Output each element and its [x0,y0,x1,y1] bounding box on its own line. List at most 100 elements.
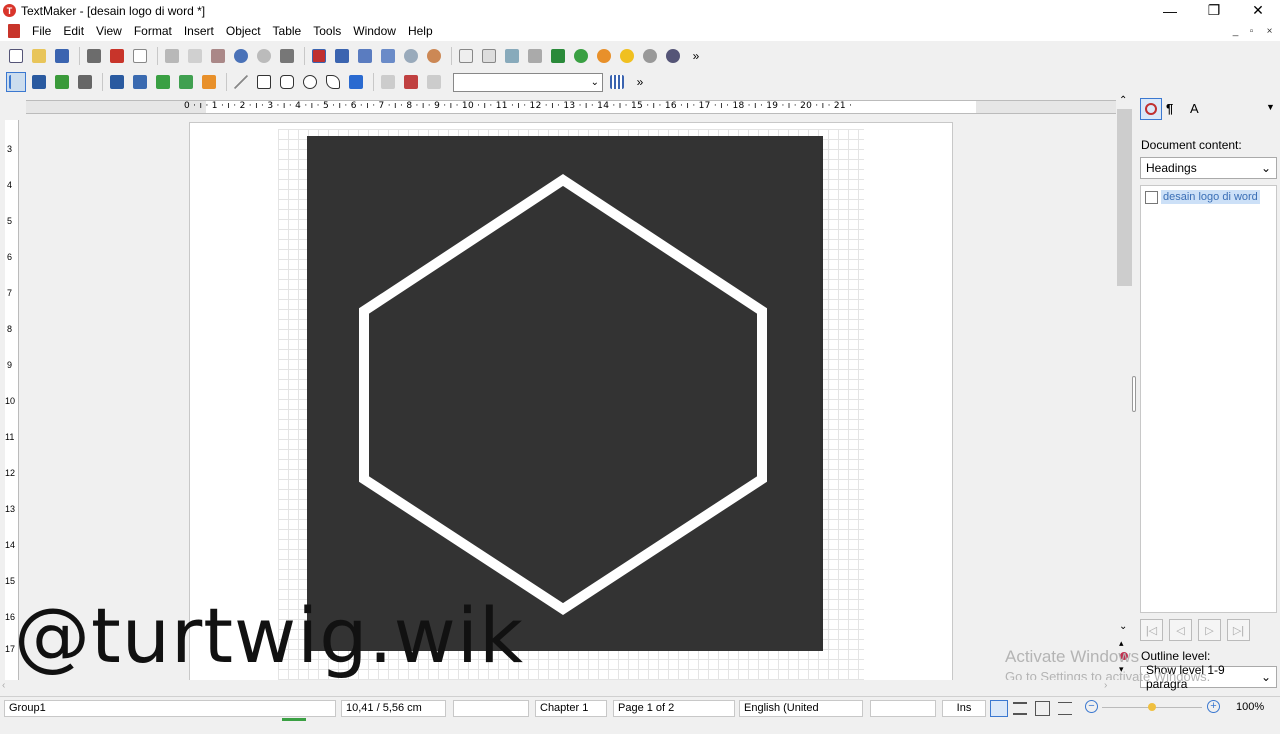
scrollbar-thumb[interactable] [1117,109,1132,286]
undo-icon[interactable] [231,46,251,66]
export-pdf-icon[interactable] [107,46,127,66]
web-icon[interactable] [663,46,683,66]
print-preview-icon[interactable] [130,46,150,66]
last-heading-button[interactable]: ▷| [1227,619,1250,641]
rounded-rectangle-tool-icon[interactable] [277,72,297,92]
page-view-icon[interactable] [332,46,352,66]
open-folder-icon[interactable] [29,46,49,66]
line-tool-icon[interactable] [231,72,251,92]
picture-frame-icon[interactable] [479,46,499,66]
styles-icon[interactable]: ¶ [1166,101,1182,117]
outline-view-icon[interactable] [355,46,375,66]
content-type-dropdown[interactable]: Headings ⌄ [1140,157,1277,179]
doc-close-button[interactable]: × [1262,24,1277,38]
print-icon[interactable] [84,46,104,66]
scroll-right-icon[interactable]: › [1104,680,1107,691]
style-dropdown[interactable]: ⌄ [453,72,603,92]
paste-icon[interactable] [208,46,228,66]
document-icon[interactable] [8,24,20,38]
zoom-icon[interactable] [401,46,421,66]
zoom-out-icon[interactable]: − [1085,700,1098,713]
menu-edit[interactable]: Edit [57,24,90,38]
chart-insert-icon[interactable] [75,72,95,92]
normal-view-icon[interactable] [309,46,329,66]
toolbar-more-button[interactable]: » [686,46,706,66]
planmaker-object-icon[interactable] [153,72,173,92]
menu-view[interactable]: View [90,24,128,38]
arrange-icon[interactable] [378,72,398,92]
textmaker-app-icon[interactable]: T [3,4,16,17]
menu-help[interactable]: Help [402,24,439,38]
next-heading-button[interactable]: ▷ [1198,619,1221,641]
first-heading-button[interactable]: |◁ [1140,619,1163,641]
status-language[interactable]: English (United [739,700,863,717]
outline-checkbox[interactable] [1145,190,1158,204]
formula-icon[interactable] [130,72,150,92]
normal-view-mode-icon[interactable] [1013,702,1027,715]
text-frame-insert-icon[interactable] [29,72,49,92]
ole-object-icon[interactable] [107,72,127,92]
navigator-icon[interactable] [1140,98,1162,120]
scroll-left-icon[interactable]: ‹ [2,680,5,691]
sound-object-icon[interactable] [199,72,219,92]
rectangle-tool-icon[interactable] [254,72,274,92]
text-frame-icon[interactable] [456,46,476,66]
toolbar-more-button-2[interactable]: » [630,72,650,92]
menu-window[interactable]: Window [347,24,402,38]
horizontal-ruler[interactable]: 0 · ı · 1 · ı · 2 · ı · 3 · ı · 4 · ı · … [26,100,1116,114]
cut-icon[interactable] [162,46,182,66]
basicmaker-icon[interactable] [617,46,637,66]
vertical-scrollbar[interactable]: ⌃ ⌄ ▴ ▾ [1116,95,1133,680]
scroll-up-icon[interactable]: ⌃ [1119,95,1127,106]
horizontal-scrollbar[interactable]: ‹ › [0,680,1133,694]
zoom-level[interactable]: 100% [1236,701,1264,713]
page-view-mode-icon[interactable] [990,700,1008,717]
presentations-object-icon[interactable] [176,72,196,92]
select-arrow-icon[interactable] [6,72,26,92]
menu-object[interactable]: Object [220,24,267,38]
doc-minimize-button[interactable]: _ [1228,24,1243,38]
settings-circle-icon[interactable] [640,46,660,66]
find-icon[interactable] [277,46,297,66]
hexagon-outline[interactable] [359,174,767,615]
previous-heading-button[interactable]: ◁ [1169,619,1192,641]
zoom-slider-thumb[interactable] [1148,703,1156,711]
new-document-icon[interactable] [6,46,26,66]
autoshape-tool-icon[interactable] [323,72,343,92]
menu-file[interactable]: File [26,24,57,38]
paragraph-marks-icon[interactable] [548,46,568,66]
spellcheck-icon[interactable] [502,46,522,66]
list-item[interactable]: desain logo di word [1145,190,1260,204]
menu-format[interactable]: Format [128,24,178,38]
master-page-icon[interactable] [378,46,398,66]
chart-icon[interactable] [525,46,545,66]
hexagon-logo-shape[interactable] [307,136,823,651]
picture-insert-icon[interactable] [52,72,72,92]
master-view-mode-icon[interactable] [1035,701,1050,716]
menu-tools[interactable]: Tools [307,24,347,38]
minimize-button[interactable]: — [1148,0,1192,21]
character-icon[interactable]: A [1190,101,1206,117]
logo-background-shape[interactable] [307,136,823,651]
menu-table[interactable]: Table [267,24,308,38]
redo-icon[interactable] [254,46,274,66]
group-icon[interactable] [401,72,421,92]
panel-menu-icon[interactable]: ▼ [1266,102,1275,112]
zoom-in-icon[interactable]: + [1207,700,1220,713]
save-icon[interactable] [52,46,72,66]
grid-icon[interactable] [607,72,627,92]
presentations-icon[interactable] [594,46,614,66]
properties-icon[interactable] [424,72,444,92]
close-button[interactable]: ✕ [1236,0,1280,21]
outline-view-mode-icon[interactable] [1058,702,1072,715]
copy-icon[interactable] [185,46,205,66]
outline-list[interactable]: desain logo di word [1140,185,1277,613]
textart-icon[interactable] [346,72,366,92]
status-insert-mode[interactable]: Ins [942,700,986,717]
doc-restore-button[interactable]: ▫ [1244,24,1259,38]
scroll-down-icon[interactable]: ⌄ [1119,621,1127,632]
zoom-search-icon[interactable] [424,46,444,66]
restore-button[interactable]: ❐ [1192,0,1236,21]
planmaker-icon[interactable] [571,46,591,66]
menu-insert[interactable]: Insert [178,24,220,38]
